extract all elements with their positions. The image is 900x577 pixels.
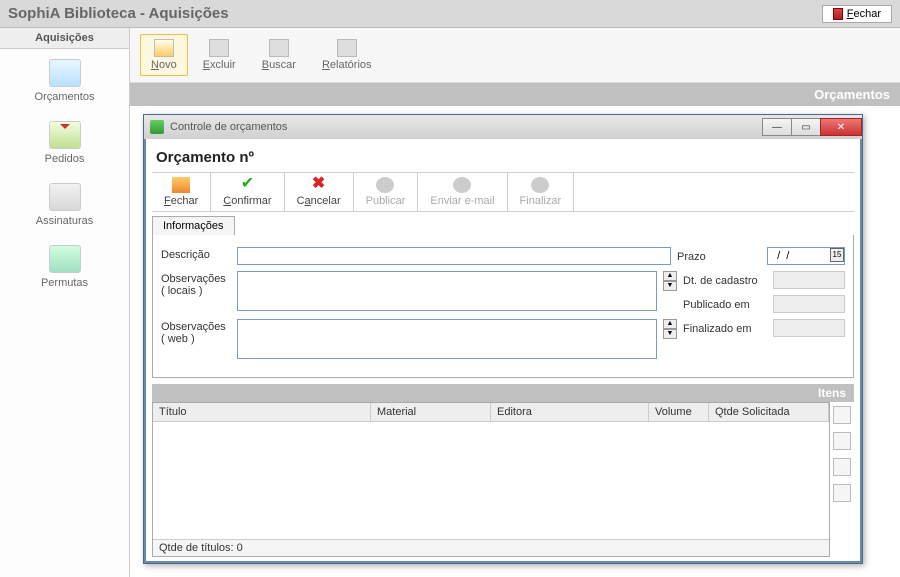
app-close-button[interactable]: Fechar: [822, 5, 892, 23]
item-edit-button[interactable]: [833, 432, 851, 450]
exit-icon: [172, 177, 190, 193]
finalize-icon: [531, 177, 549, 193]
descricao-input[interactable]: [237, 247, 671, 265]
app-title: SophiA Biblioteca - Aquisições: [8, 5, 229, 22]
window-minimize-button[interactable]: —: [762, 118, 792, 136]
grid-header: Título Material Editora Volume Qtde Soli…: [153, 403, 829, 422]
window-close-button[interactable]: ✕: [820, 118, 862, 136]
excluir-label: Excluir: [203, 59, 236, 71]
modal-toolbar: Fechar ✔ Confirmar ✖ Cancelar Publicar E…: [152, 172, 854, 212]
cancelar-button[interactable]: ✖ Cancelar: [285, 173, 354, 211]
window-maximize-button[interactable]: ▭: [791, 118, 821, 136]
col-material[interactable]: Material: [371, 403, 491, 421]
col-titulo[interactable]: Título: [153, 403, 371, 421]
form-area: Descrição Prazo 15 Observações ( locais …: [152, 235, 854, 378]
calendar-icon[interactable]: 15: [830, 248, 844, 262]
email-icon: [453, 177, 471, 193]
publicar-button[interactable]: Publicar: [354, 173, 419, 211]
dt-cadastro-label: Dt. de cadastro: [683, 273, 769, 287]
finalizar-label: Finalizar: [520, 195, 562, 207]
search-icon: [269, 39, 289, 57]
enviar-email-button[interactable]: Enviar e-mail: [418, 173, 507, 211]
delete-icon: [209, 39, 229, 57]
sidebar-item-orcamentos[interactable]: Orçamentos: [0, 49, 129, 111]
fechar-label: Fechar: [164, 195, 198, 207]
grid-footer: Qtde de títulos: 0: [153, 539, 829, 556]
col-volume[interactable]: Volume: [649, 403, 709, 421]
sidebar-item-label: Orçamentos: [0, 91, 129, 103]
assinaturas-icon: [49, 183, 81, 211]
grid-side-actions: [830, 402, 854, 557]
report-icon: [337, 39, 357, 57]
grid-body[interactable]: [153, 422, 829, 539]
finalizado-em-value: [773, 319, 845, 337]
relatorios-button[interactable]: Relatórios: [311, 34, 383, 76]
obs-local-spinner[interactable]: ▲▼: [663, 271, 677, 291]
item-add-button[interactable]: [833, 406, 851, 424]
modal-orcamento: Controle de orçamentos — ▭ ✕ Orçamento n…: [143, 114, 863, 564]
obs-web-spinner[interactable]: ▲▼: [663, 319, 677, 339]
sidebar-item-assinaturas[interactable]: Assinaturas: [0, 173, 129, 235]
modal-heading: Orçamento nº: [152, 143, 854, 172]
main-toolbar: Novo Excluir Buscar Relatórios: [130, 28, 900, 83]
modal-title-icon: [150, 120, 164, 134]
col-editora[interactable]: Editora: [491, 403, 649, 421]
publicado-em-value: [773, 295, 845, 313]
publicado-em-label: Publicado em: [683, 297, 769, 311]
sidebar-item-label: Assinaturas: [0, 215, 129, 227]
close-icon: [833, 8, 843, 20]
items-band: Itens: [152, 384, 854, 402]
finalizado-em-label: Finalizado em: [683, 321, 769, 335]
modal-titlebar[interactable]: Controle de orçamentos — ▭ ✕: [144, 115, 862, 139]
enviar-email-label: Enviar e-mail: [430, 195, 494, 207]
orcamentos-icon: [49, 59, 81, 87]
fechar-button[interactable]: Fechar: [152, 173, 211, 211]
sidebar-item-label: Pedidos: [0, 153, 129, 165]
check-icon: ✔: [238, 177, 256, 193]
sidebar-item-permutas[interactable]: Permutas: [0, 235, 129, 297]
sidebar: Aquisições Orçamentos Pedidos Assinatura…: [0, 28, 130, 577]
new-icon: [154, 39, 174, 57]
descricao-label: Descrição: [161, 247, 231, 261]
item-detail-button[interactable]: [833, 484, 851, 502]
sidebar-title: Aquisições: [0, 28, 129, 49]
tab-informacoes[interactable]: Informações: [152, 216, 235, 235]
prazo-label: Prazo: [677, 249, 763, 263]
dt-cadastro-value: [773, 271, 845, 289]
obs-local-label: Observações ( locais ): [161, 271, 231, 297]
sidebar-item-label: Permutas: [0, 277, 129, 289]
sidebar-item-pedidos[interactable]: Pedidos: [0, 111, 129, 173]
confirmar-button[interactable]: ✔ Confirmar: [211, 173, 284, 211]
publish-icon: [376, 177, 394, 193]
app-close-label: Fechar: [847, 8, 881, 20]
obs-web-input[interactable]: [237, 319, 657, 359]
novo-label: Novo: [151, 59, 177, 71]
publicar-label: Publicar: [366, 195, 406, 207]
item-remove-button[interactable]: [833, 458, 851, 476]
novo-button[interactable]: Novo: [140, 34, 188, 76]
col-qtde[interactable]: Qtde Solicitada: [709, 403, 829, 421]
finalizar-button[interactable]: Finalizar: [508, 173, 575, 211]
relatorios-label: Relatórios: [322, 59, 372, 71]
buscar-button[interactable]: Buscar: [251, 34, 307, 76]
cancel-icon: ✖: [310, 177, 328, 193]
obs-local-input[interactable]: [237, 271, 657, 311]
confirmar-label: Confirmar: [223, 195, 271, 207]
obs-web-label: Observações ( web ): [161, 319, 231, 345]
permutas-icon: [49, 245, 81, 273]
pedidos-icon: [49, 121, 81, 149]
modal-title: Controle de orçamentos: [170, 121, 757, 133]
items-grid: Título Material Editora Volume Qtde Soli…: [152, 402, 830, 557]
buscar-label: Buscar: [262, 59, 296, 71]
tab-strip: Informações: [152, 216, 854, 235]
excluir-button[interactable]: Excluir: [192, 34, 247, 76]
cancelar-label: Cancelar: [297, 195, 341, 207]
section-band: Orçamentos: [130, 83, 900, 106]
